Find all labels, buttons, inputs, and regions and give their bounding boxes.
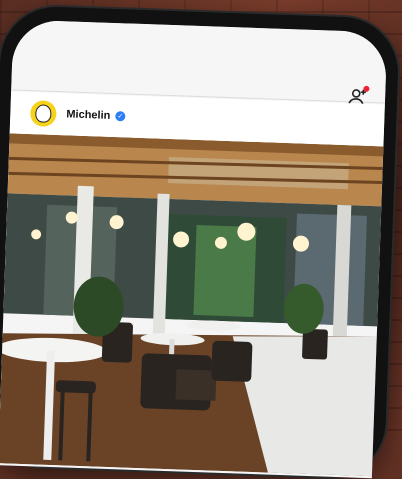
restaurant-scene (0, 133, 384, 477)
phone-screen: Michelin ✓ (0, 19, 388, 479)
post-photo (0, 133, 384, 478)
notification-dot (363, 85, 370, 92)
avatar[interactable] (29, 100, 57, 128)
app-top-bar (11, 19, 388, 105)
phone-frame: Michelin ✓ (0, 5, 400, 479)
verified-icon: ✓ (115, 111, 126, 122)
username[interactable]: Michelin (66, 108, 110, 122)
